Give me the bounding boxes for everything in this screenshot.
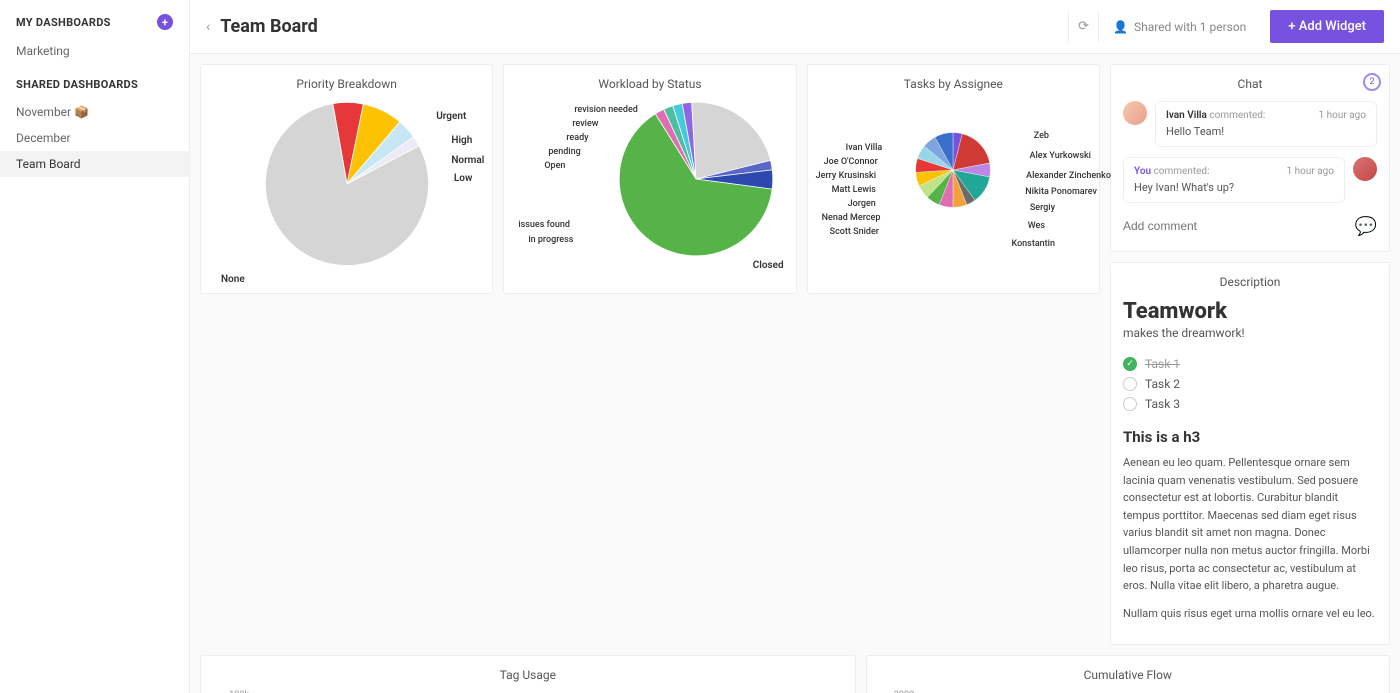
chat-author: Ivan Villa: [1166, 110, 1207, 121]
description-h3: This is a h3: [1123, 428, 1377, 446]
tasks-assignee-chart: [914, 131, 992, 209]
cumulative-flow-title: Cumulative Flow: [879, 668, 1377, 682]
pie-label: in progress: [528, 235, 573, 245]
pie-label: Closed: [753, 260, 784, 271]
chat-author: You: [1134, 166, 1151, 177]
tasks-assignee-title: Tasks by Assignee: [820, 77, 1087, 91]
pie-label: Konstantin: [1012, 239, 1055, 249]
pie-label: High: [451, 135, 472, 146]
tag-usage-title: Tag Usage: [213, 668, 843, 682]
pie-label: issues found: [518, 220, 570, 230]
tag-usage-card: Tag Usage 1101001k10k100kTasks1.0anytest…: [200, 655, 856, 693]
workload-status-card: Workload by Status revision needed revie…: [503, 64, 796, 294]
pie-label: Low: [454, 173, 472, 184]
chat-message: Ivan Villa commented: 1 hour ago Hello T…: [1123, 101, 1377, 147]
pie-label: Wes: [1028, 221, 1045, 231]
chat-body: Hello Team!: [1166, 125, 1366, 138]
task-label: Task 3: [1145, 397, 1180, 411]
pie-label: Sergiy: [1030, 203, 1055, 213]
shared-dashboards-header: SHARED DASHBOARDS: [0, 78, 189, 99]
checkbox-icon[interactable]: [1123, 377, 1137, 391]
description-title: Description: [1123, 275, 1377, 289]
page-title: Team Board: [220, 16, 1068, 37]
pie-label: Zeb: [1034, 131, 1049, 141]
sidebar-item-team-board[interactable]: Team Board: [0, 151, 189, 177]
main: ‹ Team Board ⟳ 👤 Shared with 1 person + …: [190, 0, 1400, 693]
tasks-assignee-card: Tasks by Assignee Zeb Alex Yurkowski Ale…: [807, 64, 1100, 294]
description-p: Aenean eu leo quam. Pellentesque ornare …: [1123, 454, 1377, 595]
checkbox-icon[interactable]: ✓: [1123, 357, 1137, 371]
task-row[interactable]: Task 2: [1123, 374, 1377, 394]
pie-label: Joe O'Connor: [824, 157, 878, 167]
description-h1: Teamwork: [1123, 299, 1377, 324]
sidebar-item-november[interactable]: November 📦: [0, 99, 189, 125]
chat-card: Chat 2 Ivan Villa commented: 1 hour ago …: [1110, 64, 1390, 252]
cumulative-flow-card: Cumulative Flow 500100015002000Tasks22.D…: [866, 655, 1390, 693]
pie-label: Scott Snider: [830, 227, 879, 237]
pie-label: Normal: [451, 155, 484, 166]
add-widget-button[interactable]: + Add Widget: [1270, 10, 1384, 43]
pie-label: Urgent: [436, 111, 466, 122]
dashboard-content: Priority Breakdown Urgent High Normal Lo…: [190, 54, 1400, 693]
pie-label: Jorgen: [848, 199, 876, 209]
pie-label: Nikita Ponomarev: [1025, 187, 1097, 197]
description-card: Description Teamwork makes the dreamwork…: [1110, 262, 1390, 645]
workload-status-chart: [616, 99, 776, 259]
chat-message: You commented: 1 hour ago Hey Ivan! What…: [1123, 157, 1377, 203]
pie-label: Ivan Villa: [846, 143, 883, 153]
my-dashboards-title: MY DASHBOARDS: [16, 16, 111, 29]
topbar: ‹ Team Board ⟳ 👤 Shared with 1 person + …: [190, 0, 1400, 54]
priority-breakdown-card: Priority Breakdown Urgent High Normal Lo…: [200, 64, 493, 294]
person-icon: 👤: [1113, 20, 1128, 34]
chat-title: Chat 2: [1123, 77, 1377, 91]
add-dashboard-icon[interactable]: +: [157, 14, 173, 30]
priority-breakdown-title: Priority Breakdown: [213, 77, 480, 91]
checkbox-icon[interactable]: [1123, 397, 1137, 411]
task-row[interactable]: Task 3: [1123, 394, 1377, 414]
back-icon[interactable]: ‹: [206, 19, 210, 35]
task-label: Task 2: [1145, 377, 1180, 391]
refresh-icon[interactable]: ⟳: [1068, 12, 1098, 42]
pie-label: None: [221, 274, 245, 285]
description-p: Nullam quis risus eget urna mollis ornar…: [1123, 605, 1377, 623]
pie-label: Jerry Krusinski: [816, 171, 876, 181]
chat-input[interactable]: [1123, 213, 1347, 239]
chat-time: 1 hour ago: [1319, 110, 1366, 121]
avatar: [1353, 157, 1377, 181]
priority-breakdown-chart: [262, 99, 432, 269]
chat-title-label: Chat: [1238, 77, 1263, 91]
shared-dashboards-title: SHARED DASHBOARDS: [16, 78, 138, 91]
task-row[interactable]: ✓ Task 1: [1123, 354, 1377, 374]
sidebar: MY DASHBOARDS + Marketing SHARED DASHBOA…: [0, 0, 190, 693]
chat-time: 1 hour ago: [1287, 166, 1334, 177]
pie-label: revision needed: [574, 105, 638, 115]
pie-label: ready: [566, 133, 588, 143]
sidebar-item-marketing[interactable]: Marketing: [0, 38, 189, 64]
pie-label: Nenad Mercep: [822, 213, 881, 223]
sidebar-item-december[interactable]: December: [0, 125, 189, 151]
chat-input-row: 💬: [1123, 213, 1377, 239]
description-sub: makes the dreamwork!: [1123, 326, 1377, 340]
task-label: Task 1: [1145, 357, 1180, 371]
chat-badge[interactable]: 2: [1363, 73, 1381, 91]
chat-body: Hey Ivan! What's up?: [1134, 181, 1334, 194]
chat-action: commented:: [1154, 166, 1210, 177]
shared-with-button[interactable]: 👤 Shared with 1 person: [1098, 12, 1260, 42]
chat-action: commented:: [1209, 110, 1265, 121]
pie-label: Matt Lewis: [832, 185, 876, 195]
shared-with-label: Shared with 1 person: [1134, 20, 1246, 34]
pie-label: pending: [548, 147, 580, 157]
pie-label: review: [572, 119, 598, 129]
my-dashboards-header: MY DASHBOARDS +: [0, 14, 189, 38]
pie-label: Alexander Zinchenko: [1026, 171, 1111, 181]
send-icon[interactable]: 💬: [1355, 216, 1377, 237]
workload-status-title: Workload by Status: [516, 77, 783, 91]
pie-label: Alex Yurkowski: [1030, 151, 1091, 161]
pie-label: Open: [544, 161, 565, 171]
avatar: [1123, 101, 1147, 125]
